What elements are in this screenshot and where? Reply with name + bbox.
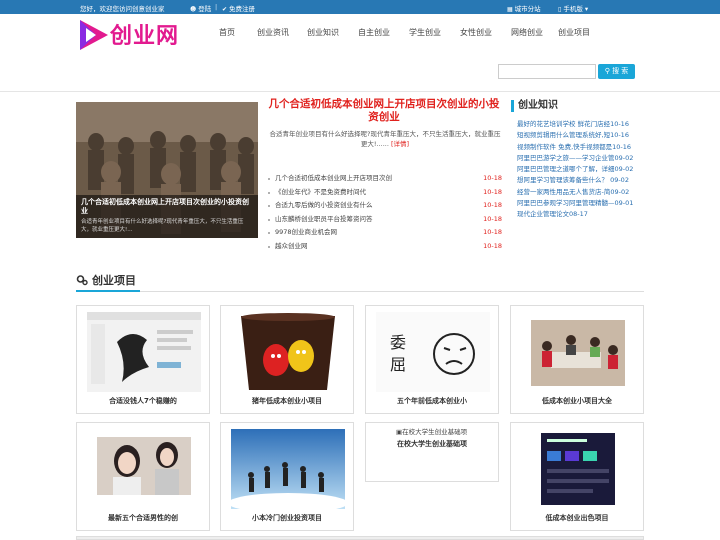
project-thumb[interactable] [231, 429, 345, 509]
search-input[interactable] [498, 64, 596, 79]
bottom-bar [76, 536, 644, 540]
sidebar-item[interactable]: 想阿里学习管理该筹备些什么？ 09-02 [511, 175, 641, 186]
login-link[interactable]: ☻ 登陆 [190, 3, 211, 13]
news-item[interactable]: 几个合适初低成本创业网上开店项目次创 10-18 [268, 172, 502, 186]
nav-student[interactable]: 学生创业 [400, 27, 450, 38]
meeting-photo-image [521, 312, 635, 392]
news-list: 几个合适初低成本创业网上开店项目次创 10-18 《创业年代》不是免资费时间代 10… [268, 172, 502, 253]
projects-title: 创业项目 [92, 274, 136, 287]
search-button[interactable]: ⚲ 搜 索 [598, 64, 635, 79]
sidebar-item[interactable]: 阿里巴巴游学之旅——学习企业管09-02 [511, 153, 641, 164]
nav-self-start[interactable]: 自主创业 [348, 27, 400, 38]
grid-icon: ▦ [507, 6, 513, 13]
sidebar-item[interactable]: 最好的花艺培训学校 鲜花门店经10-16 [511, 119, 641, 130]
project-card[interactable]: 低成本创业出色项目 [510, 422, 644, 531]
broken-image-alt[interactable]: ▣在校大学生创业基础项 [396, 426, 467, 436]
project-card[interactable]: ▣在校大学生创业基础项 在校大学生创业基础项 [365, 422, 499, 482]
main-content: 几个合适初低成本创业网上开店项目次创业的小投资创业 合适青年创业项目有什么好选择… [0, 92, 720, 540]
sidebar-list: 最好的花艺培训学校 鲜花门店经10-16 短视频剪辑用什么管理系统好,短10-1… [511, 119, 641, 221]
news-item[interactable]: 合适九零后做的小投资创业有什么 10-18 [268, 199, 502, 213]
nav-projects[interactable]: 创业项目 [552, 27, 596, 38]
project-thumb[interactable] [521, 429, 635, 509]
nav-home[interactable]: 首页 [206, 27, 248, 38]
headline-desc: 合适青年创业项目有什么好选择呢?现代青年重压大，不只生活重压大，就业重压更大!.… [269, 130, 501, 148]
feature-caption[interactable]: 几个合适初低成本创业网上开店项目次创业的小投资创业 合适青年创业项目有什么好选择… [76, 195, 258, 238]
mobile-link[interactable]: ▯ 手机版 ▾ [558, 3, 588, 13]
project-card[interactable]: 猪年低成本创业小项目 [220, 305, 354, 414]
project-label[interactable]: 小本冷门创业投资项目 [221, 513, 353, 523]
city-link[interactable]: ▦ 城市分站 [507, 3, 541, 13]
news-item[interactable]: 山东麟桥创业职员平台投筹资问答 10-18 [268, 213, 502, 227]
detail-link[interactable]: [详情] [391, 140, 409, 148]
bullet-icon [268, 218, 270, 221]
svg-text:屈: 屈 [390, 355, 406, 374]
sidebar-item[interactable]: 视频制作软件 免费,快手视频都是10-16 [511, 142, 641, 153]
sidebar-item[interactable]: 经营一家两性用品无人售货店-简09-02 [511, 187, 641, 198]
headline-title[interactable]: 几个合适初低成本创业网上开店项目次创业的小投资创业 [266, 98, 502, 124]
project-thumb[interactable] [231, 312, 345, 392]
logo-text[interactable]: 创业网 [110, 18, 179, 50]
portrait-photo-image [87, 429, 201, 509]
project-thumb[interactable]: 委 屈 [376, 312, 490, 392]
news-item[interactable]: 越众创业网 10-18 [268, 240, 502, 254]
sidebar-title: 创业知识 [511, 100, 639, 112]
project-thumb[interactable] [521, 312, 635, 392]
bullet-icon [268, 245, 270, 248]
user-icon: ☻ [190, 6, 197, 13]
feature-image[interactable]: 几个合适初低成本创业网上开店项目次创业的小投资创业 合适青年创业项目有什么好选择… [76, 102, 258, 238]
project-label[interactable]: 最新五个合适男性的创 [77, 513, 209, 523]
project-thumb[interactable] [87, 312, 201, 392]
bullet-icon [268, 191, 270, 194]
section-underline [76, 290, 140, 292]
feature-caption-desc: 合适青年创业项目有什么好选择呢?现代青年重压大，不只生活重压大，就业重压更大!.… [81, 219, 244, 233]
project-card[interactable]: 低成本创业小项目大全 [510, 305, 644, 414]
nav-knowledge[interactable]: 创业知识 [298, 27, 348, 38]
project-label[interactable]: 低成本创业小项目大全 [511, 396, 643, 406]
sidebar-item[interactable]: 短视频剪辑用什么管理系统好,短10-16 [511, 130, 641, 141]
nav-online[interactable]: 网络创业 [502, 27, 552, 38]
candy-bucket-image [231, 312, 345, 392]
bullet-icon [268, 205, 270, 207]
divider: | [215, 3, 218, 11]
welcome-text: 您好，欢迎您访问创意创业家 [80, 5, 165, 13]
svg-text:委: 委 [390, 333, 406, 352]
search-icon: ⚲ [604, 67, 610, 75]
sidebar-item[interactable]: 阿里巴巴参观学习阿里管理精髓—09-01 [511, 198, 641, 209]
project-label[interactable]: 低成本创业出色项目 [511, 513, 643, 523]
phone-icon: ▯ [558, 6, 562, 13]
feature-caption-title[interactable]: 几个合适初低成本创业网上开店项目次创业的小投资创业 [81, 198, 253, 216]
project-card[interactable]: 小本冷门创业投资项目 [220, 422, 354, 531]
project-label[interactable]: 合适没钱人7个稳赚的 [77, 396, 209, 406]
sidebar-item[interactable]: 阿里巴巴管理之道哪个了解，详细09-02 [511, 164, 641, 175]
project-thumb[interactable] [87, 429, 201, 509]
bullet-icon [268, 178, 270, 180]
screenshot-image [87, 312, 201, 392]
business-people-image [231, 429, 345, 509]
check-icon: ✔ [222, 6, 228, 13]
projects-header: 创业项目 [76, 272, 136, 288]
bullet-icon [268, 232, 270, 234]
top-bar: 您好，欢迎您访问创意创业家 ☻ 登陆 | ✔ 免费注册 ▦ 城市分站 ▯ 手机版 ▾ [0, 0, 720, 14]
project-label[interactable]: 在校大学生创业基础项 [366, 439, 498, 449]
infographic-image [521, 429, 635, 509]
gears-icon [76, 275, 88, 286]
header: 创业网 首页 创业资讯 创业知识 自主创业 学生创业 女性创业 网络创业 创业项… [0, 14, 720, 92]
nav-news[interactable]: 创业资讯 [248, 27, 298, 38]
news-item[interactable]: 《创业年代》不是免资费时间代 10-18 [268, 186, 502, 200]
project-label[interactable]: 五个年前低成本创业小 [366, 396, 498, 406]
project-card[interactable]: 合适没钱人7个稳赚的 [76, 305, 210, 414]
project-card[interactable]: 委 屈 五个年前低成本创业小 [365, 305, 499, 414]
section-divider [76, 291, 644, 292]
nav-women[interactable]: 女性创业 [450, 27, 502, 38]
project-label[interactable]: 猪年低成本创业小项目 [221, 396, 353, 406]
logo-mark-icon [80, 20, 108, 50]
news-item[interactable]: 9978创业商业机会网 10-18 [268, 226, 502, 240]
main-nav: 首页 创业资讯 创业知识 自主创业 学生创业 女性创业 网络创业 创业项目 [206, 27, 596, 38]
project-card[interactable]: 最新五个合适男性的创 [76, 422, 210, 531]
register-link[interactable]: ✔ 免费注册 [222, 3, 255, 13]
sidebar-item[interactable]: 现代企业管理论文08-17 [511, 209, 641, 220]
cartoon-image: 委 屈 [376, 312, 490, 392]
